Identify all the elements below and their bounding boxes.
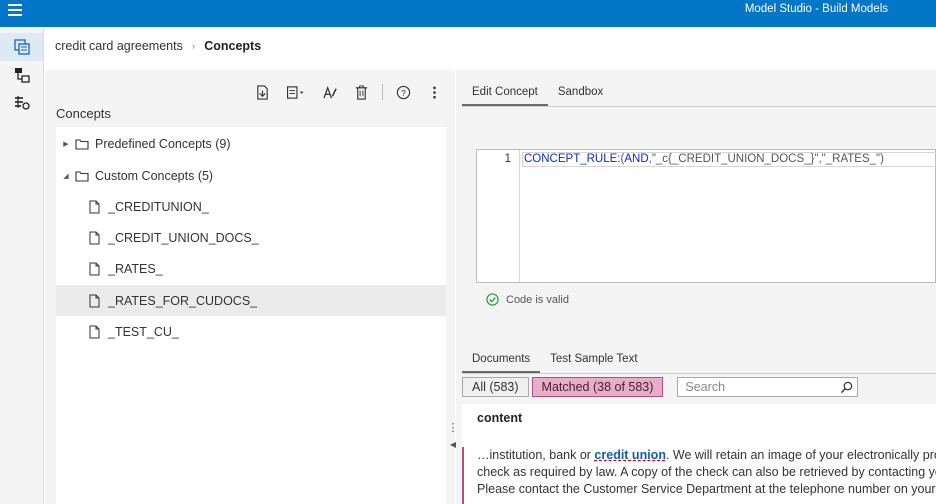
tree-item-rates-for-cudocs[interactable]: _RATES_FOR_CUDOCS_ bbox=[56, 285, 446, 316]
rail-pipeline-button[interactable] bbox=[0, 61, 43, 89]
code-line[interactable]: CONCEPT_RULE:(AND,"_c{_CREDIT_UNION_DOCS… bbox=[522, 152, 936, 167]
document-icon bbox=[89, 294, 100, 307]
import-icon bbox=[256, 84, 268, 100]
collapse-triangle-icon[interactable]: ◢ bbox=[61, 172, 71, 180]
line-gutter: 1 bbox=[477, 150, 520, 282]
tree-item-label: _CREDITUNION_ bbox=[108, 199, 209, 214]
toolbar-divider bbox=[382, 84, 383, 100]
pipeline-icon bbox=[14, 68, 30, 83]
folder-icon bbox=[75, 138, 89, 150]
tree-node-label: Custom Concepts (5) bbox=[95, 168, 214, 183]
tree-item-label: _RATES_FOR_CUDOCS_ bbox=[108, 293, 258, 308]
breadcrumb: credit card agreements › Concepts bbox=[55, 39, 261, 53]
tree-node-label: Predefined Concepts (9) bbox=[95, 136, 231, 151]
delete-button[interactable] bbox=[350, 82, 372, 102]
column-header-content[interactable]: content bbox=[477, 411, 522, 425]
search-icon[interactable] bbox=[840, 381, 853, 394]
filter-matched-button[interactable]: Matched (38 of 583) bbox=[531, 377, 664, 397]
app-title: Model Studio - Build Models bbox=[744, 3, 888, 15]
document-line: Please contact the Customer Service Depa… bbox=[477, 482, 936, 496]
document-line: check as required by law. A copy of the … bbox=[477, 465, 936, 479]
validation-status: Code is valid bbox=[486, 293, 569, 306]
document-icon bbox=[89, 325, 100, 338]
tab-sandbox[interactable]: Sandbox bbox=[548, 80, 613, 106]
tree-item-rates[interactable]: _RATES_ bbox=[56, 253, 446, 284]
folder-icon bbox=[75, 170, 89, 182]
tab-documents[interactable]: Documents bbox=[462, 347, 541, 373]
search-input[interactable] bbox=[678, 378, 837, 396]
check-circle-icon bbox=[486, 293, 499, 306]
line-number: 1 bbox=[504, 153, 511, 165]
code-editor[interactable]: 1 CONCEPT_RULE:(AND,"_c{_CREDIT_UNION_DO… bbox=[476, 149, 936, 283]
code-operator: AND bbox=[624, 153, 649, 165]
rename-button[interactable] bbox=[319, 82, 341, 102]
tree-item-label: _CREDIT_UNION_DOCS_ bbox=[108, 230, 259, 245]
tab-test-sample-text[interactable]: Test Sample Text bbox=[540, 347, 647, 373]
more-options-icon bbox=[432, 86, 436, 98]
rail-concepts-button[interactable] bbox=[0, 33, 43, 61]
import-button[interactable] bbox=[251, 82, 273, 102]
help-button[interactable]: ? bbox=[392, 82, 414, 102]
document-line: …institution, bank or credit union. We w… bbox=[477, 447, 936, 464]
tree-item-credit-union-docs[interactable]: _CREDIT_UNION_DOCS_ bbox=[56, 222, 446, 253]
document-row[interactable]: …institution, bank or credit union. We w… bbox=[462, 447, 936, 504]
breadcrumb-separator: › bbox=[191, 40, 196, 52]
data-rules-icon bbox=[14, 96, 30, 110]
filter-all-button[interactable]: All (583) bbox=[462, 377, 529, 397]
app-header: Model Studio - Build Models bbox=[0, 0, 936, 27]
tree-node-predefined[interactable]: ▶ Predefined Concepts (9) bbox=[56, 128, 446, 159]
code-keyword: CONCEPT_RULE: bbox=[524, 153, 621, 165]
tree-item-label: _TEST_CU_ bbox=[108, 324, 179, 339]
svg-text:?: ? bbox=[401, 87, 406, 97]
text-before-match: …institution, bank or bbox=[477, 448, 595, 462]
concepts-icon bbox=[13, 39, 30, 55]
breadcrumb-current: Concepts bbox=[204, 39, 262, 53]
tab-edit-concept[interactable]: Edit Concept bbox=[462, 80, 548, 106]
tree-item-creditunion[interactable]: _CREDITUNION_ bbox=[56, 191, 446, 222]
tree-item-test-cu[interactable]: _TEST_CU_ bbox=[56, 316, 446, 347]
add-menu-button[interactable] bbox=[282, 82, 310, 102]
breadcrumb-parent-link[interactable]: credit card agreements bbox=[55, 39, 183, 53]
validation-text: Code is valid bbox=[506, 293, 569, 306]
editor-tabs: Edit Concept Sandbox bbox=[462, 80, 936, 107]
text-after-match: . We will retain an image of your electr… bbox=[665, 448, 936, 462]
concepts-toolbar: ? bbox=[242, 82, 445, 102]
add-dropdown-icon bbox=[287, 85, 304, 99]
concepts-panel: ? Concepts ▶ Predefined Concepts (9) ◢ C… bbox=[45, 70, 455, 504]
tree-item-label: _RATES_ bbox=[108, 261, 163, 276]
expand-triangle-icon[interactable]: ▶ bbox=[61, 140, 71, 148]
more-options-button[interactable] bbox=[423, 82, 445, 102]
rename-icon bbox=[322, 85, 337, 98]
search-box bbox=[677, 377, 859, 397]
filter-row: All (583) Matched (38 of 583) bbox=[462, 377, 859, 397]
code-arguments: ,"_c{_CREDIT_UNION_DOCS_}","_RATES_") bbox=[648, 153, 884, 165]
document-icon bbox=[89, 231, 100, 244]
hamburger-menu-icon[interactable] bbox=[8, 4, 22, 16]
side-rail bbox=[0, 27, 44, 504]
document-icon bbox=[89, 200, 100, 213]
documents-table: content …institution, bank or credit uni… bbox=[462, 404, 936, 504]
editor-panel: Edit Concept Sandbox 1 CONCEPT_RULE:(AND… bbox=[456, 70, 936, 504]
document-icon bbox=[89, 262, 100, 275]
tree-node-custom[interactable]: ◢ Custom Concepts (5) bbox=[56, 160, 446, 191]
match-highlight[interactable]: credit union bbox=[594, 448, 666, 462]
results-tabs: Documents Test Sample Text bbox=[462, 347, 936, 374]
concepts-tree: ▶ Predefined Concepts (9) ◢ Custom Conce… bbox=[56, 127, 446, 504]
help-icon: ? bbox=[396, 85, 410, 99]
panel-title: Concepts bbox=[56, 106, 111, 121]
rail-data-rules-button[interactable] bbox=[0, 89, 43, 117]
delete-icon bbox=[355, 84, 367, 100]
